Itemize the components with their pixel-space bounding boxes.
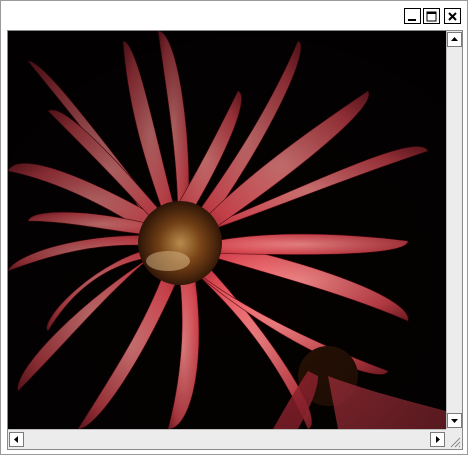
vertical-scrollbar[interactable] <box>446 31 462 429</box>
resize-grip-icon <box>450 437 461 448</box>
client-area <box>7 30 463 450</box>
title-bar[interactable] <box>2 2 466 29</box>
minimize-icon <box>407 11 418 22</box>
arrow-right-icon <box>433 431 442 449</box>
horizontal-scrollbar[interactable] <box>8 429 446 449</box>
maximize-button[interactable] <box>423 8 440 24</box>
image-viewer-window <box>0 0 468 455</box>
resize-grip[interactable] <box>446 429 462 449</box>
maximize-icon <box>426 11 437 22</box>
close-icon <box>447 11 458 22</box>
flower-photo <box>8 31 446 429</box>
arrow-up-icon <box>450 31 459 49</box>
scroll-left-button[interactable] <box>9 432 24 447</box>
scroll-right-button[interactable] <box>430 432 445 447</box>
scroll-down-button[interactable] <box>447 413 462 428</box>
arrow-down-icon <box>450 412 459 430</box>
image-canvas[interactable] <box>8 31 446 429</box>
scroll-up-button[interactable] <box>447 32 462 47</box>
close-button[interactable] <box>444 8 461 24</box>
arrow-left-icon <box>12 431 21 449</box>
minimize-button[interactable] <box>404 8 421 24</box>
